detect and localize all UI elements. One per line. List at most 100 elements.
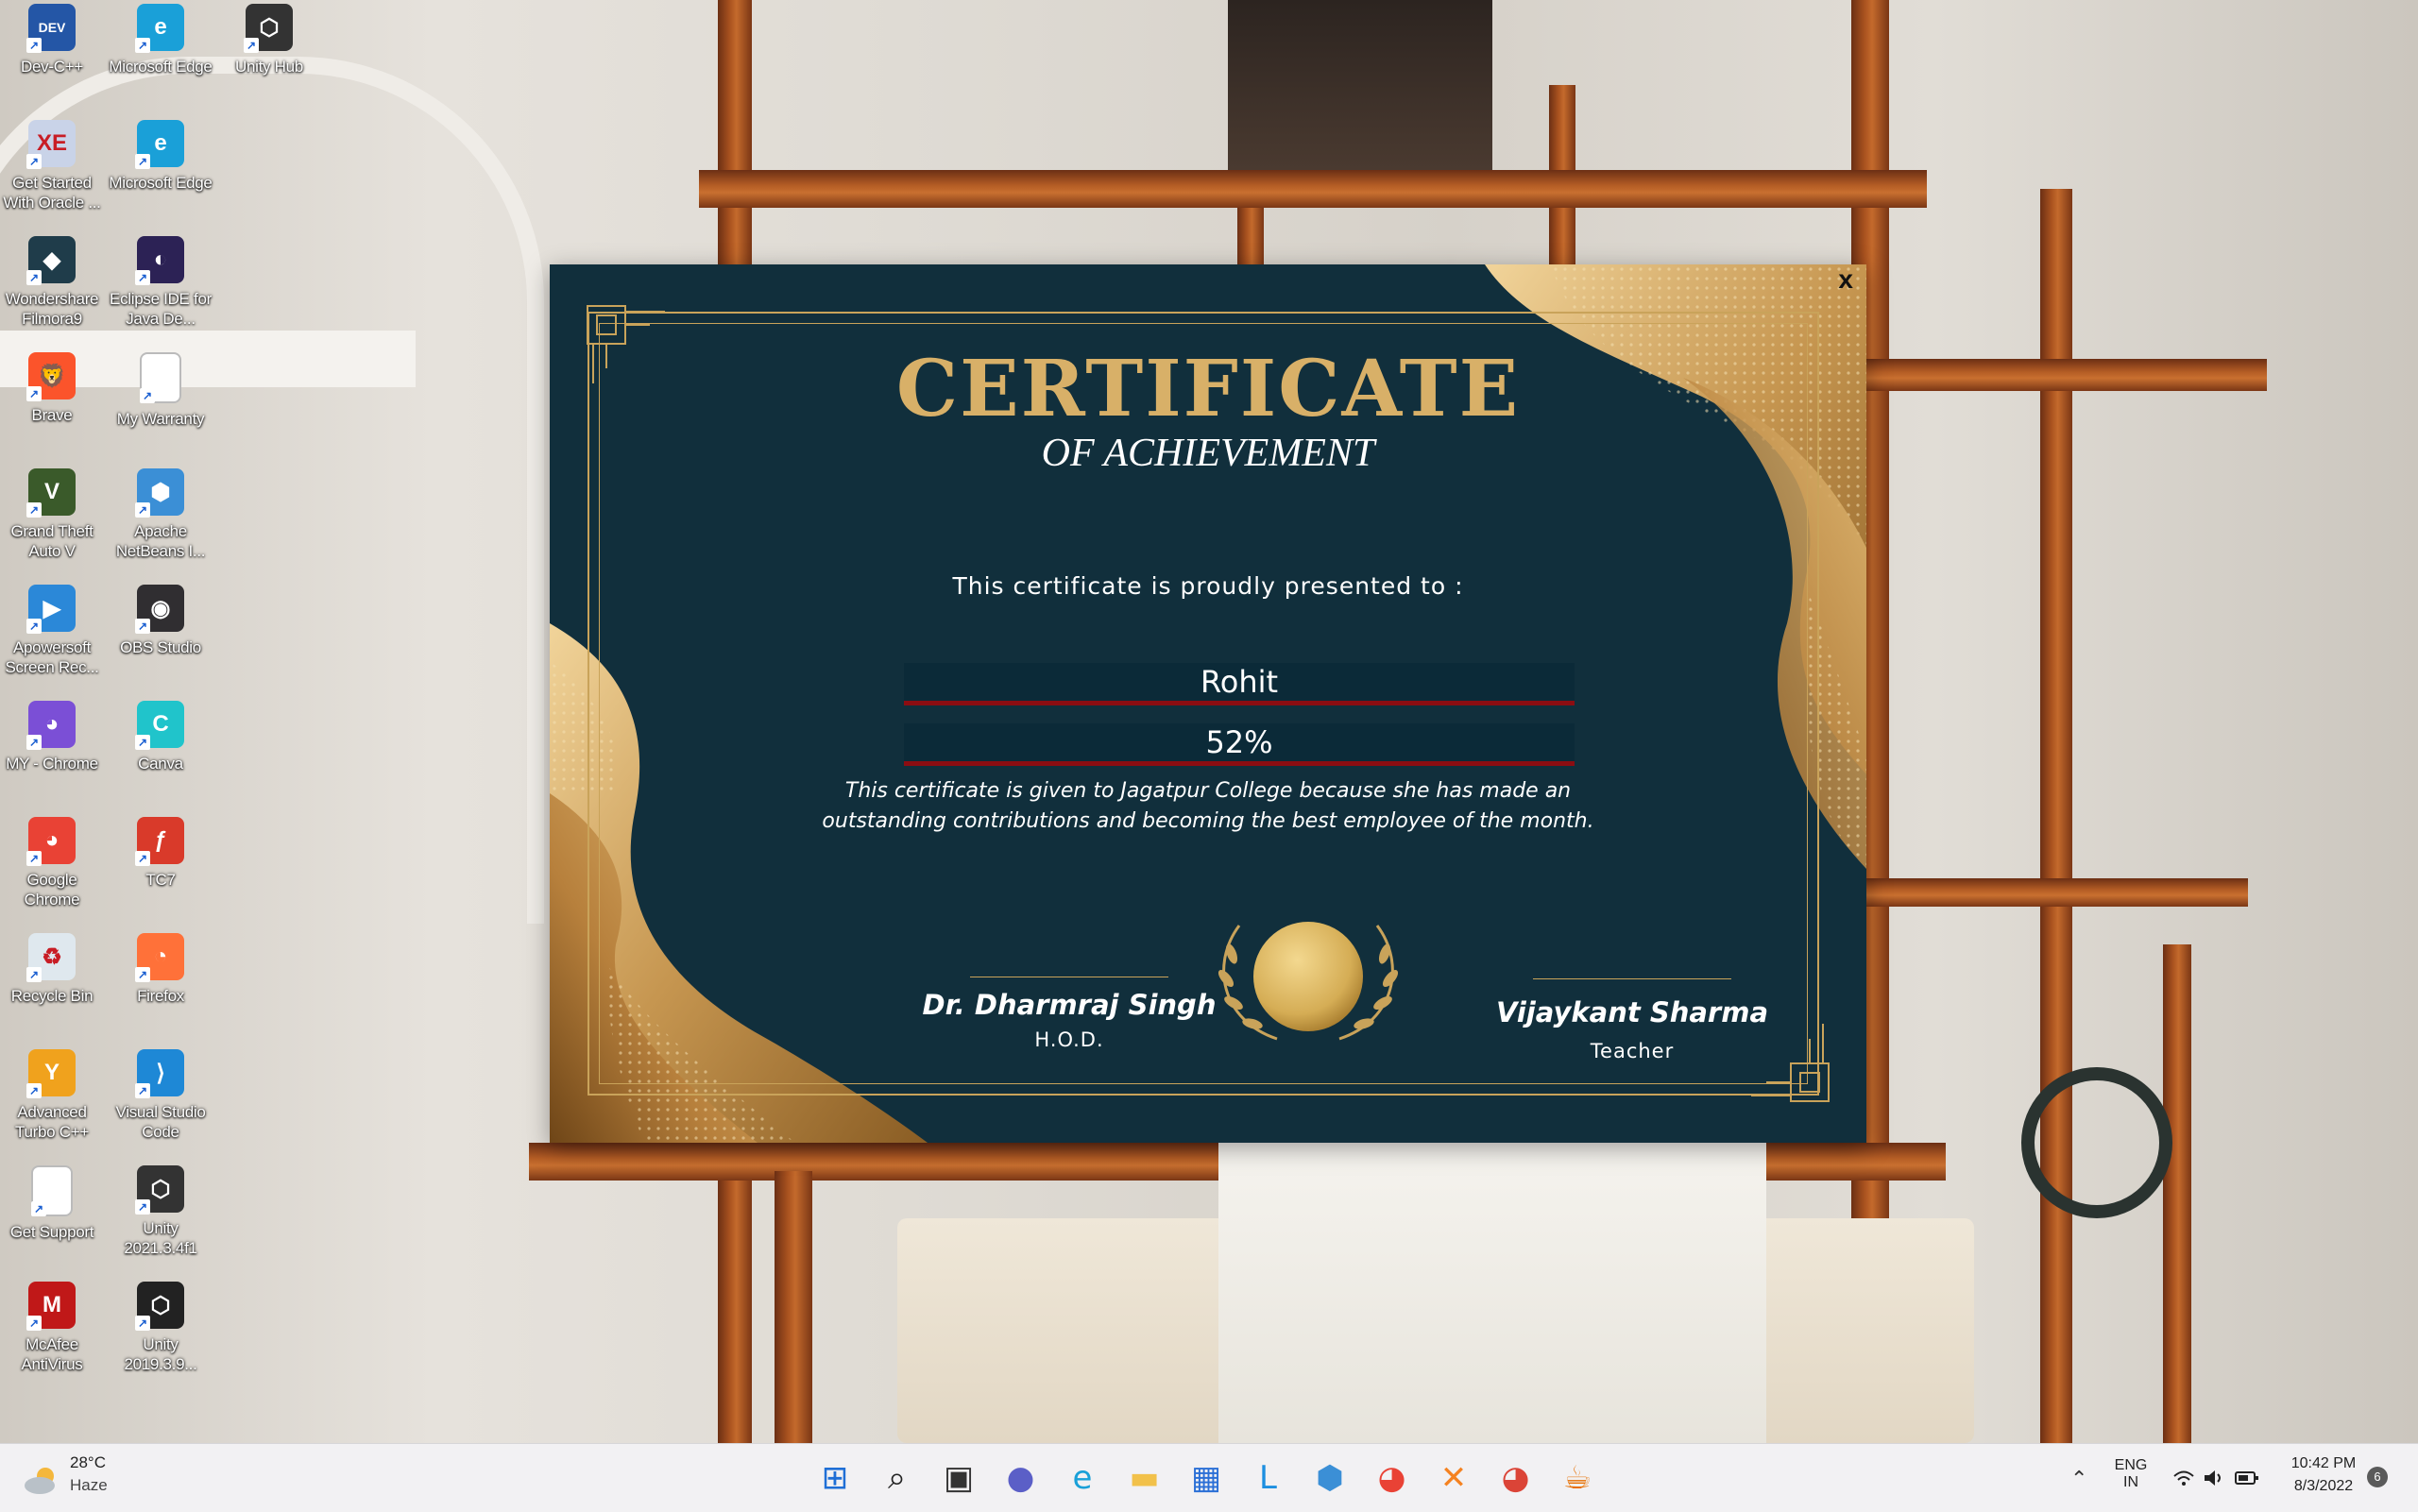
chrome-icon[interactable]: ◕	[1371, 1457, 1413, 1499]
score-field: 52%	[904, 723, 1575, 766]
edge-icon[interactable]: e	[1062, 1457, 1103, 1499]
l-app-icon[interactable]: L	[1248, 1457, 1289, 1499]
language-line: ENG	[2114, 1457, 2148, 1473]
canva-icon: C ↗	[135, 701, 184, 750]
chevron-up-icon[interactable]: ⌃	[2070, 1467, 2087, 1491]
desktop-icon-label: Get Started With Oracle ...	[3, 174, 101, 212]
firefox-icon: ◔ ↗	[135, 933, 184, 982]
desktop-icon[interactable]: DEV ↗ Dev-C++	[0, 4, 105, 76]
loom-post	[2163, 944, 2191, 1443]
weather-temperature: 28°C	[70, 1453, 106, 1471]
close-button[interactable]: x	[1838, 264, 1853, 295]
desktop-icon-label: Microsoft Edge	[109, 174, 213, 192]
devcpp-icon: DEV ↗	[26, 4, 76, 53]
shortcut-arrow-icon: ↗	[135, 502, 150, 518]
desktop-icon[interactable]: ↗ My Warranty	[108, 352, 213, 429]
desktop-icon-label: OBS Studio	[120, 638, 201, 656]
desktop-icon[interactable]: ◕ ↗ MY - Chrome	[0, 701, 105, 773]
recipient-name-field: Rohit	[904, 663, 1575, 705]
weather-condition: Haze	[70, 1476, 108, 1494]
brave-icon: 🦁 ↗	[26, 352, 76, 401]
desktop-icon[interactable]: Y ↗ Advanced Turbo C++	[0, 1049, 105, 1142]
desktop-icon[interactable]: ♻ ↗ Recycle Bin	[0, 933, 105, 1006]
desktop-icon[interactable]: ↗ Get Support	[0, 1165, 105, 1242]
loom-wheel	[2021, 1067, 2172, 1218]
loom-beam	[699, 170, 1927, 208]
clock-date: 8/3/2022	[2293, 1478, 2354, 1494]
java-icon[interactable]: ☕	[1557, 1457, 1598, 1499]
unity-hub-icon: ⬡ ↗	[244, 4, 293, 53]
shortcut-arrow-icon: ↗	[26, 967, 42, 982]
desktop-icon[interactable]: ⟩ ↗ Visual Studio Code	[108, 1049, 213, 1142]
obs-icon: ◉ ↗	[135, 585, 184, 634]
recycle-bin-icon: ♻ ↗	[26, 933, 76, 982]
desktop-icon-label: Brave	[31, 406, 73, 424]
weather-widget[interactable]: 28°C Haze	[23, 1453, 136, 1503]
shortcut-arrow-icon: ↗	[26, 619, 42, 634]
shortcut-arrow-icon: ↗	[135, 735, 150, 750]
desktop-icon[interactable]: C ↗ Canva	[108, 701, 213, 773]
signer-right-role: Teacher	[1590, 1040, 1675, 1062]
oracle-icon: XE ↗	[26, 120, 76, 169]
search-icon[interactable]: ⌕	[877, 1457, 918, 1499]
signature-left: Dr. Dharmraj Singh H.O.D.	[899, 977, 1239, 1051]
desktop-icon[interactable]: ▶ ↗ Apowersoft Screen Rec...	[0, 585, 105, 677]
volume-icon[interactable]	[2203, 1469, 2225, 1487]
clock[interactable]: 10:42 PM 8/3/2022	[2271, 1455, 2376, 1495]
desktop-icon-label: Microsoft Edge	[109, 58, 213, 76]
desktop-icon[interactable]: ◐ ↗ Eclipse IDE for Java De...	[108, 236, 213, 329]
store-icon[interactable]: ▦	[1185, 1457, 1227, 1499]
desktop-icon-label: Apowersoft Screen Rec...	[5, 638, 99, 676]
certificate-title: CERTIFICATE	[895, 344, 1521, 434]
netbeans-icon[interactable]: ⬢	[1309, 1457, 1351, 1499]
desktop-icon[interactable]: ⬢ ↗ Apache NetBeans I...	[108, 468, 213, 561]
shortcut-arrow-icon: ↗	[135, 38, 150, 53]
desktop-icon[interactable]: ◔ ↗ Firefox	[108, 933, 213, 1006]
shortcut-arrow-icon: ↗	[135, 619, 150, 634]
desktop-icon-label: Canva	[138, 755, 183, 773]
desktop-icon[interactable]: e ↗ Microsoft Edge	[108, 4, 213, 76]
start-icon[interactable]: ⊞	[814, 1457, 856, 1499]
task-view-icon[interactable]: ▣	[938, 1457, 979, 1499]
shortcut-arrow-icon: ↗	[26, 386, 42, 401]
notification-badge[interactable]: 6	[2367, 1467, 2388, 1487]
desktop-icon[interactable]: XE ↗ Get Started With Oracle ...	[0, 120, 105, 212]
desktop-icon[interactable]: 🦁 ↗ Brave	[0, 352, 105, 425]
chrome-profile-icon[interactable]: ◕	[1495, 1457, 1537, 1499]
shortcut-arrow-icon: ↗	[26, 270, 42, 285]
certificate-subtitle: OF ACHIEVEMENT	[1041, 432, 1375, 475]
desktop-icon-label: Advanced Turbo C++	[15, 1103, 89, 1141]
desktop-icon[interactable]: ◕ ↗ Google Chrome	[0, 817, 105, 909]
desktop-icon-label: Dev-C++	[21, 58, 83, 76]
wifi-icon[interactable]	[2172, 1469, 2195, 1487]
desktop-icon[interactable]: ◆ ↗ Wondershare Filmora9	[0, 236, 105, 329]
document-icon: ↗	[31, 1165, 73, 1216]
haze-weather-icon	[25, 1468, 55, 1494]
desktop-icon-label: Unity 2019.3.9...	[124, 1335, 197, 1373]
presented-to-text: This certificate is proudly presented to…	[952, 572, 1464, 600]
shortcut-arrow-icon: ↗	[26, 1316, 42, 1331]
desktop-icon[interactable]: ⬡ ↗ Unity 2021.3.4f1	[108, 1165, 213, 1258]
language-indicator[interactable]: ENG IN	[2110, 1457, 2152, 1491]
signature-right: Vijaykant Sharma Teacher	[1462, 978, 1802, 1062]
shortcut-arrow-icon: ↗	[135, 1316, 150, 1331]
desktop-icon-label: Apache NetBeans I...	[115, 522, 206, 560]
desktop-icon-label: McAfee AntiVirus	[21, 1335, 83, 1373]
desktop-icon[interactable]: ⬡ ↗ Unity Hub	[216, 4, 322, 76]
desktop-icon-label: TC7	[145, 871, 176, 889]
desktop-icon[interactable]: e ↗ Microsoft Edge	[108, 120, 213, 193]
desktop-icon[interactable]: ƒ ↗ TC7	[108, 817, 213, 890]
desktop-icon[interactable]: ⬡ ↗ Unity 2019.3.9...	[108, 1282, 213, 1374]
chat-icon[interactable]: ●	[1000, 1457, 1042, 1499]
file-explorer-icon[interactable]: ▬	[1124, 1457, 1166, 1499]
desktop-icon[interactable]: V ↗ Grand Theft Auto V	[0, 468, 105, 561]
netbeans-icon: ⬢ ↗	[135, 468, 184, 518]
desktop-icon-label: Get Support	[9, 1223, 94, 1241]
desktop-icon[interactable]: M ↗ McAfee AntiVirus	[0, 1282, 105, 1374]
shortcut-arrow-icon: ↗	[135, 154, 150, 169]
vscode-icon: ⟩ ↗	[135, 1049, 184, 1098]
battery-icon[interactable]	[2235, 1470, 2259, 1486]
xampp-icon[interactable]: ✕	[1433, 1457, 1474, 1499]
desktop-icon[interactable]: ◉ ↗ OBS Studio	[108, 585, 213, 657]
desktop-icon-label: Recycle Bin	[10, 987, 94, 1005]
